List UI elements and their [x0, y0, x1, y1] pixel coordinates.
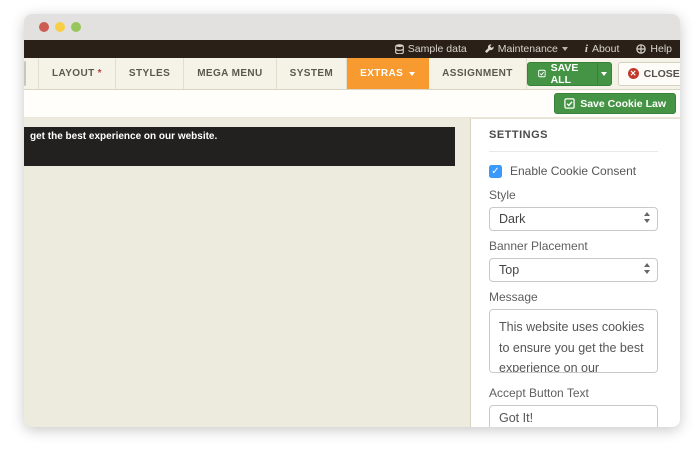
close-x-icon: ✕ — [628, 68, 639, 79]
unsaved-asterisk: * — [98, 68, 102, 79]
tab-label: STYLES — [129, 68, 170, 79]
tab-styles[interactable]: STYLES — [116, 58, 184, 89]
banner-placement-label: Banner Placement — [489, 239, 658, 253]
chevron-down-icon — [562, 47, 568, 51]
menu-label: Sample data — [408, 43, 467, 55]
close-label: CLOSE — [644, 68, 680, 80]
tab-system[interactable]: SYSTEM — [277, 58, 348, 89]
settings-panel: SETTINGS ✓ Enable Cookie Consent Style D… — [470, 118, 680, 427]
save-cookie-law-label: Save Cookie Law — [580, 98, 666, 110]
content-area: get the best experience on our website. … — [24, 118, 680, 427]
template-select[interactable] — [24, 61, 26, 86]
help-icon — [636, 44, 646, 54]
accept-button-text-label: Accept Button Text — [489, 386, 658, 400]
extras-action-row: Save Cookie Law — [24, 90, 680, 118]
tab-label: MEGA MENU — [197, 68, 262, 79]
divider — [489, 151, 658, 152]
tab-label: LAYOUT — [52, 68, 95, 79]
style-label: Style — [489, 188, 658, 202]
menu-label: Help — [650, 43, 672, 55]
save-all-button[interactable]: SAVE ALL — [528, 63, 597, 85]
cookie-banner-text: get the best experience on our website. — [30, 131, 217, 142]
banner-placement-value: Top — [499, 263, 519, 277]
save-cookie-law-button[interactable]: Save Cookie Law — [554, 93, 676, 114]
enable-cookie-label: Enable Cookie Consent — [510, 164, 636, 178]
message-textarea[interactable]: This website uses cookies to ensure you … — [489, 309, 658, 373]
style-select[interactable]: Dark — [489, 207, 658, 231]
tab-layout[interactable]: LAYOUT * — [38, 58, 116, 89]
page-background: Sample data Maintenance i About Help — [0, 0, 700, 450]
minimize-traffic-light[interactable] — [55, 22, 65, 32]
menu-label: Maintenance — [498, 43, 558, 55]
tab-mega-menu[interactable]: MEGA MENU — [184, 58, 276, 89]
save-all-dropdown-toggle[interactable] — [597, 63, 611, 85]
settings-title: SETTINGS — [489, 129, 658, 141]
app-window: Sample data Maintenance i About Help — [24, 14, 680, 427]
menu-label: About — [592, 43, 619, 55]
zoom-traffic-light[interactable] — [71, 22, 81, 32]
chevron-down-icon — [409, 72, 415, 76]
save-all-split-button: SAVE ALL — [527, 62, 612, 86]
tab-label: SYSTEM — [290, 68, 334, 79]
select-stepper-icon — [644, 263, 650, 274]
menu-item-sample-data[interactable]: Sample data — [395, 43, 467, 55]
save-all-label: SAVE ALL — [551, 62, 587, 86]
site-preview-pane: get the best experience on our website. — [24, 118, 470, 427]
info-icon: i — [585, 43, 588, 55]
database-icon — [395, 44, 404, 54]
close-traffic-light[interactable] — [39, 22, 49, 32]
cookie-banner-preview: get the best experience on our website. — [24, 127, 455, 166]
style-select-value: Dark — [499, 212, 525, 226]
check-square-icon — [538, 68, 546, 79]
enable-cookie-consent-row[interactable]: ✓ Enable Cookie Consent — [489, 164, 658, 178]
tab-label: EXTRAS — [360, 68, 403, 79]
select-stepper-icon — [644, 212, 650, 223]
banner-placement-select[interactable]: Top — [489, 258, 658, 282]
close-button[interactable]: ✕ CLOSE — [618, 62, 680, 86]
tab-label: ASSIGNMENT — [442, 68, 513, 79]
tab-list: LAYOUT * STYLES MEGA MENU SYSTEM EXTRAS — [38, 58, 527, 89]
main-tab-bar: LAYOUT * STYLES MEGA MENU SYSTEM EXTRAS — [24, 58, 680, 90]
wrench-icon — [484, 44, 494, 54]
menu-item-maintenance[interactable]: Maintenance — [484, 43, 568, 55]
accept-button-text-input[interactable] — [489, 405, 658, 427]
top-toolbar: Sample data Maintenance i About Help — [24, 40, 680, 58]
check-square-icon — [564, 98, 575, 109]
menu-item-help[interactable]: Help — [636, 43, 672, 55]
tab-assignment[interactable]: ASSIGNMENT — [429, 58, 527, 89]
menu-item-about[interactable]: i About — [585, 43, 620, 55]
enable-cookie-checkbox[interactable]: ✓ — [489, 165, 502, 178]
tab-extras[interactable]: EXTRAS — [347, 58, 429, 89]
message-label: Message — [489, 290, 658, 304]
tab-actions: SAVE ALL ✕ CLOSE — [527, 58, 680, 89]
window-titlebar — [24, 14, 680, 40]
chevron-down-icon — [601, 72, 607, 76]
